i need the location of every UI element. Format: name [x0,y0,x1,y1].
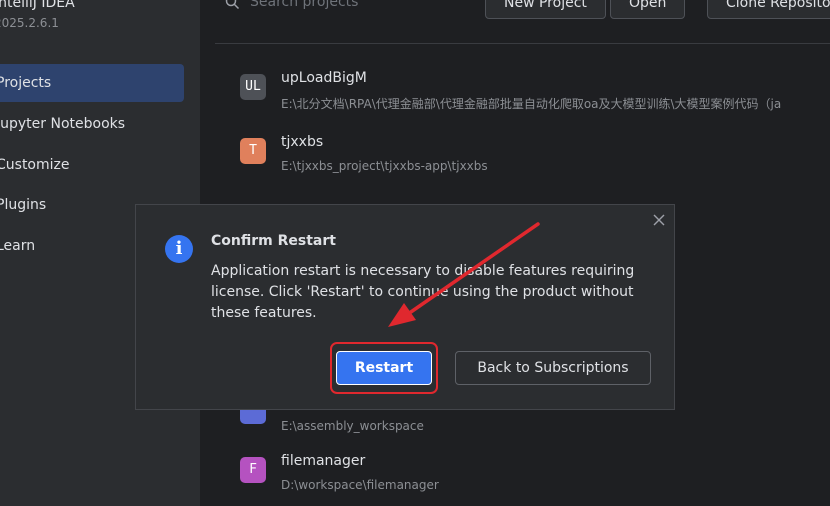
project-path: E:\北分文档\RPA\代理金融部\代理金融部批量自动化爬取oa及大模型训练\大… [281,97,782,111]
sidebar-item-label: Customize [0,157,70,173]
confirm-restart-dialog: i Confirm Restart Application restart is… [135,204,675,410]
new-project-button[interactable]: New Project [485,0,606,19]
search-icon [225,0,240,10]
search-bar[interactable]: Search projects [225,0,358,10]
dialog-message: Application restart is necessary to disa… [211,263,635,321]
restart-button[interactable]: Restart [336,351,432,385]
project-icon: UL [240,74,266,100]
project-icon: F [240,457,266,483]
project-name: upLoadBigM [281,70,367,86]
sidebar-item-label: Jupyter Notebooks [0,116,126,132]
sidebar-item-label: Projects [0,75,52,91]
back-to-subscriptions-button[interactable]: Back to Subscriptions [455,351,651,385]
app-name: IntelliJ IDEA [0,0,75,11]
sidebar-item-jupyter-notebooks[interactable]: Jupyter Notebooks [0,105,182,143]
project-icon: T [240,138,266,164]
app-version: 2025.2.6.1 [0,16,59,30]
header-divider [215,43,830,44]
clone-repository-button[interactable]: Clone Repository [707,0,830,19]
project-path: E:\assembly_workspace [281,419,424,433]
open-button[interactable]: Open [610,0,686,19]
close-icon[interactable] [651,213,667,229]
search-input[interactable]: Search projects [250,0,358,10]
dialog-title: Confirm Restart [211,233,336,249]
sidebar-item-projects[interactable]: Projects [0,64,184,102]
info-icon: i [165,235,193,263]
project-name: tjxxbs [281,134,324,150]
project-path: E:\tjxxbs_project\tjxxbs-app\tjxxbs [281,159,488,173]
project-name: filemanager [281,453,366,469]
project-path: D:\workspace\filemanager [281,478,439,492]
sidebar-item-customize[interactable]: Customize [0,146,182,184]
sidebar-item-label: Plugins [0,197,47,213]
sidebar-item-label: Learn [0,238,36,254]
